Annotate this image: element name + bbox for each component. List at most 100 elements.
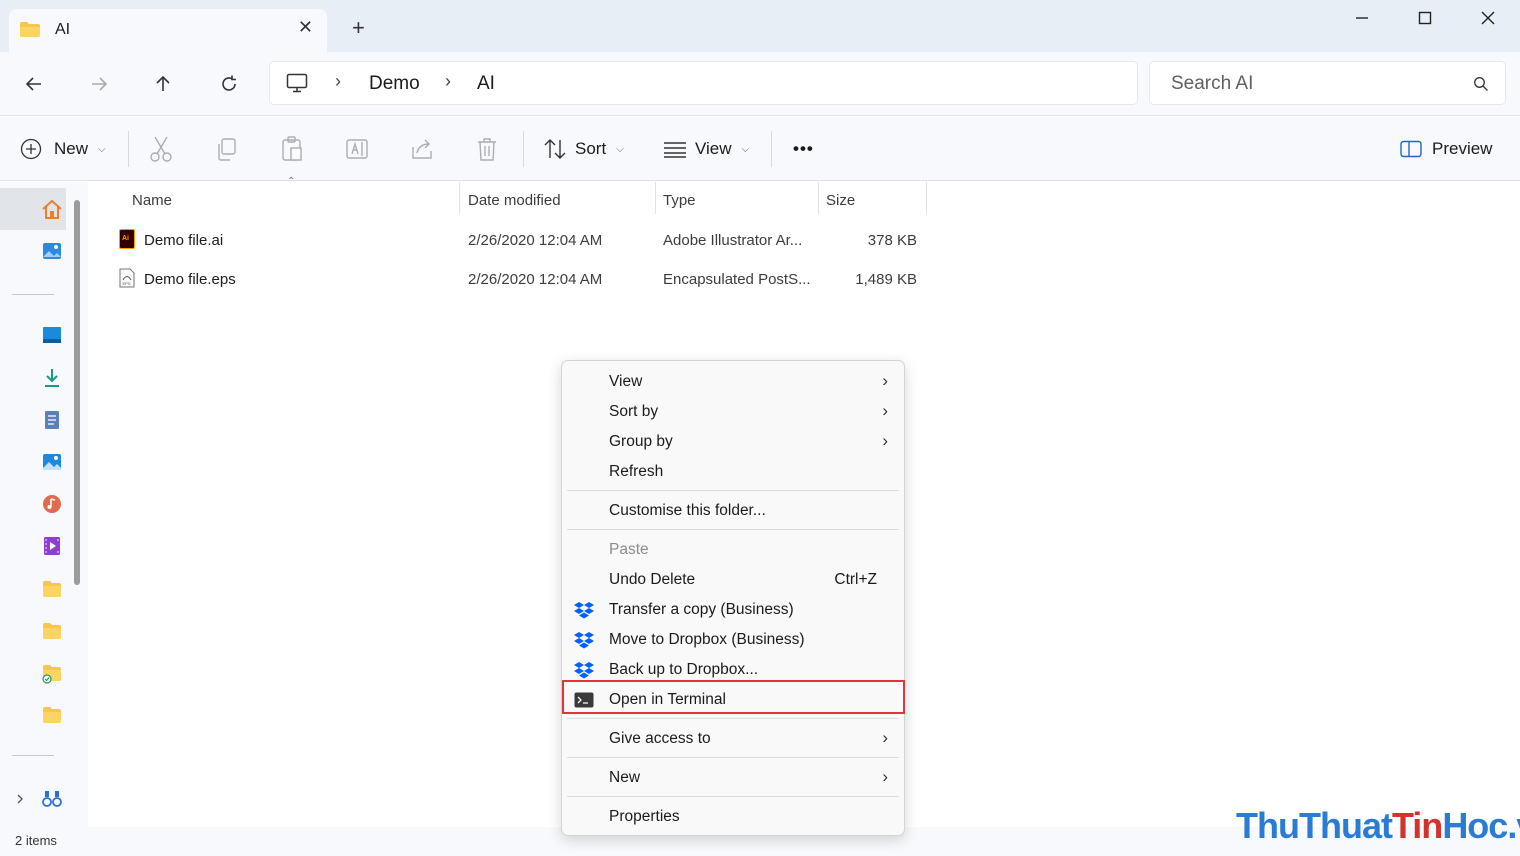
menu-item-label: Properties <box>609 808 680 825</box>
synced-folder-icon[interactable] <box>41 662 63 684</box>
menu-item-move-dropbox[interactable]: Move to Dropbox (Business) <box>562 625 904 655</box>
sidebar-divider <box>12 755 54 756</box>
sort-label: Sort <box>575 139 607 158</box>
music-icon[interactable] <box>41 493 63 515</box>
tab-title: AI <box>55 21 71 38</box>
view-button[interactable]: View ⌵ <box>663 135 749 163</box>
computer-icon <box>286 73 308 93</box>
menu-item-label: New <box>609 769 641 786</box>
menu-item-sort-by[interactable]: Sort by › <box>562 397 904 427</box>
column-header-size[interactable]: Size <box>826 192 855 209</box>
column-header-date[interactable]: Date modified <box>468 192 561 209</box>
search-placeholder: Search AI <box>1171 73 1254 94</box>
menu-item-label: Sort by <box>609 403 659 420</box>
eps-file-icon: EPS <box>119 268 135 288</box>
address-bar[interactable]: › Demo › AI <box>269 61 1138 105</box>
menu-item-label: Undo Delete <box>609 571 696 588</box>
sidebar-divider <box>12 294 54 295</box>
menu-item-group-by[interactable]: Group by › <box>562 427 904 457</box>
menu-separator <box>567 529 899 530</box>
videos-icon[interactable] <box>41 535 63 557</box>
search-icon <box>1474 77 1488 91</box>
menu-separator <box>567 490 899 491</box>
table-row[interactable]: EPS Demo file.eps 2/26/2020 12:04 AM Enc… <box>112 263 932 297</box>
menu-item-new[interactable]: New › <box>562 763 904 793</box>
menu-item-label: Give access to <box>609 730 711 747</box>
paste-icon[interactable] <box>280 135 304 163</box>
folder-icon[interactable] <box>41 704 63 726</box>
forward-icon[interactable] <box>87 72 111 96</box>
desktop-icon[interactable] <box>41 324 63 346</box>
copy-icon[interactable] <box>215 135 239 163</box>
svg-text:Ai: Ai <box>122 235 129 242</box>
tab-ai[interactable]: AI ✕ <box>9 9 327 52</box>
cut-icon[interactable] <box>149 135 173 163</box>
sidebar-scrollbar[interactable] <box>74 200 80 585</box>
file-size: 1,489 KB <box>855 271 917 288</box>
preview-button[interactable]: Preview <box>1400 135 1492 163</box>
menu-item-label: Refresh <box>609 463 664 480</box>
menu-item-undo-delete[interactable]: Undo Delete Ctrl+Z <box>562 565 904 595</box>
watermark-logo: ThuThuatTinHoc.vn <box>1236 805 1520 846</box>
column-header-name[interactable]: Name <box>132 192 172 209</box>
preview-pane-icon <box>1400 140 1422 158</box>
back-icon[interactable] <box>22 72 46 96</box>
close-window-icon[interactable] <box>1478 8 1498 28</box>
menu-item-refresh[interactable]: Refresh <box>562 457 904 487</box>
menu-item-view[interactable]: View › <box>562 367 904 397</box>
file-name: Demo file.eps <box>144 271 236 288</box>
chevron-right-icon[interactable] <box>15 793 25 805</box>
up-icon[interactable] <box>151 72 175 96</box>
menu-item-properties[interactable]: Properties <box>562 802 904 832</box>
menu-item-label: Transfer a copy (Business) <box>609 601 794 618</box>
home-icon[interactable] <box>41 198 63 220</box>
chevron-right-icon: › <box>882 401 888 420</box>
breadcrumb-ai[interactable]: AI <box>477 73 495 95</box>
chevron-right-icon: › <box>882 431 888 450</box>
breadcrumb-separator: › <box>445 71 451 91</box>
folder-icon[interactable] <box>41 620 63 642</box>
menu-item-give-access[interactable]: Give access to › <box>562 724 904 754</box>
menu-item-customise-folder[interactable]: Customise this folder... <box>562 496 904 526</box>
menu-item-label: View <box>609 373 643 390</box>
search-input[interactable]: Search AI <box>1149 61 1506 105</box>
menu-item-paste[interactable]: Paste <box>562 535 904 565</box>
maximize-icon[interactable] <box>1415 8 1435 28</box>
refresh-icon[interactable] <box>217 72 241 96</box>
pictures-icon[interactable] <box>41 451 63 473</box>
illustrator-file-icon: Ai <box>119 229 135 249</box>
svg-text:EPS: EPS <box>123 281 131 286</box>
chevron-right-icon: › <box>882 767 888 786</box>
divider <box>771 131 772 167</box>
menu-item-transfer-copy[interactable]: Transfer a copy (Business) <box>562 595 904 625</box>
gallery-icon[interactable] <box>41 240 63 262</box>
close-tab-icon[interactable]: ✕ <box>298 17 313 38</box>
share-icon[interactable] <box>410 135 434 163</box>
dropbox-icon <box>574 632 594 649</box>
delete-icon[interactable] <box>475 135 499 163</box>
more-icon: ••• <box>793 139 814 158</box>
item-count: 2 items <box>15 833 57 848</box>
chevron-right-icon: › <box>882 728 888 747</box>
column-divider <box>926 182 927 214</box>
breadcrumb-demo[interactable]: Demo <box>369 73 420 95</box>
new-button[interactable]: New ⌵ <box>20 135 106 163</box>
file-type: Adobe Illustrator Ar... <box>663 232 803 249</box>
network-icon[interactable] <box>41 788 63 810</box>
folder-icon[interactable] <box>41 578 63 600</box>
folder-icon <box>20 22 40 37</box>
file-date: 2/26/2020 12:04 AM <box>468 232 603 249</box>
sort-button[interactable]: Sort ⌵ <box>543 135 624 163</box>
downloads-icon[interactable] <box>41 367 63 389</box>
minimize-icon[interactable] <box>1352 8 1372 28</box>
file-size: 378 KB <box>867 232 917 249</box>
rename-icon[interactable] <box>345 135 369 163</box>
navigation-bar: › Demo › AI Search AI <box>0 52 1520 116</box>
chevron-down-icon: ⌵ <box>741 143 750 155</box>
new-tab-button[interactable]: + <box>352 17 365 39</box>
more-options-button[interactable]: ••• <box>793 135 814 163</box>
menu-item-label: Move to Dropbox (Business) <box>609 631 805 648</box>
table-row[interactable]: Ai Demo file.ai 2/26/2020 12:04 AM Adobe… <box>112 224 932 258</box>
documents-icon[interactable] <box>41 409 63 431</box>
column-header-type[interactable]: Type <box>663 192 696 209</box>
